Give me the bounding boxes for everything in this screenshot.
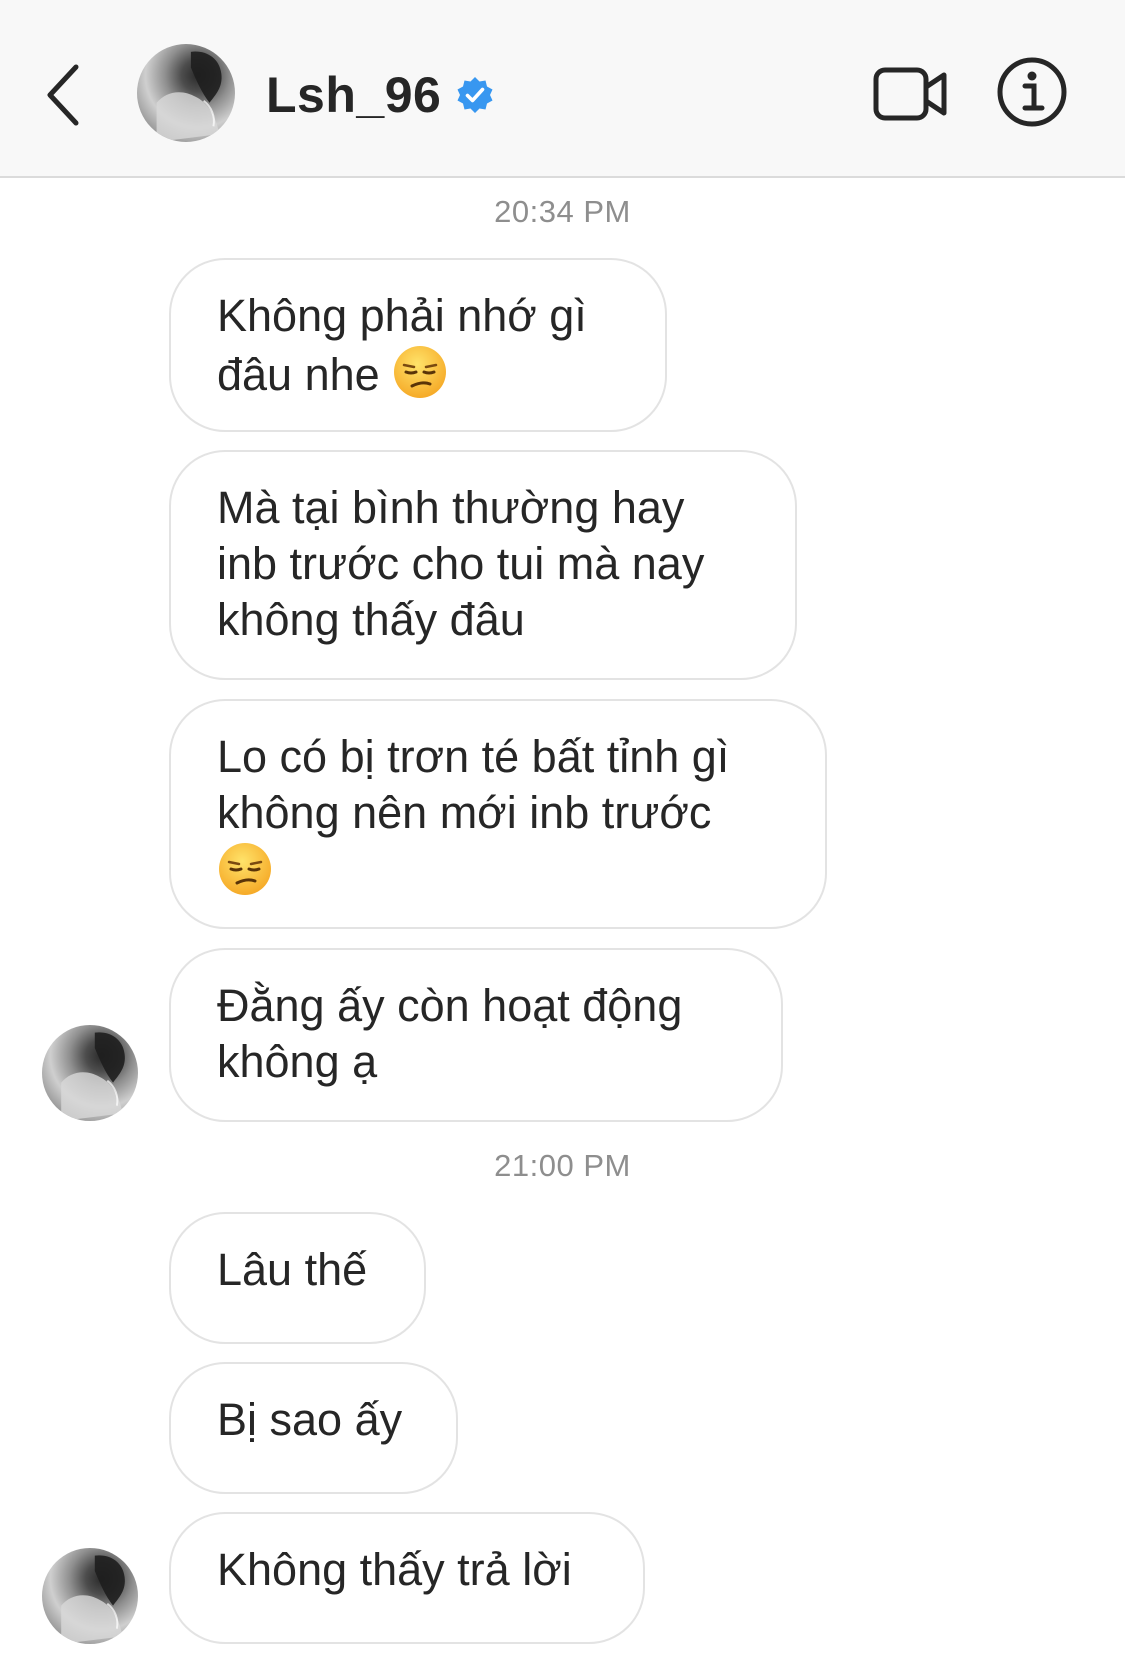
message-text: Đằng ấy còn hoạt động [217, 980, 683, 1031]
message-bubble[interactable]: Không thấy trả lời [169, 1512, 645, 1644]
message-text: không ạ [217, 1036, 378, 1087]
message-text: Mà tại bình thường hay [217, 482, 685, 533]
message-text: Không phải nhớ gì [217, 290, 587, 341]
message-bubble[interactable]: Mà tại bình thường hay inb trước cho tui… [169, 450, 797, 680]
video-call-icon [873, 67, 947, 121]
chat-header: Lsh_96 [0, 0, 1125, 178]
avatar-photo [61, 1032, 125, 1121]
timestamp: 21:00 PM [494, 1148, 631, 1183]
unamused-face-emoji-icon [394, 346, 447, 398]
verified-badge-icon [457, 77, 493, 113]
message-bubble[interactable]: Không phải nhớ gì đâu nhe [169, 258, 667, 432]
unamused-face-emoji-icon [219, 843, 271, 895]
avatar[interactable] [137, 44, 235, 142]
message-text: Không thấy trả lời [217, 1544, 572, 1595]
message-text: đâu nhe [217, 349, 380, 400]
message-bubble[interactable]: Bị sao ấy [169, 1362, 458, 1494]
message-text: Bị sao ấy [217, 1394, 403, 1445]
message-text: inb trước cho tui mà nay [217, 538, 705, 589]
message-text: không thấy đâu [217, 594, 525, 645]
message-bubble[interactable]: Lâu thế [169, 1212, 426, 1344]
avatar-photo [61, 1555, 125, 1644]
avatar[interactable] [42, 1025, 138, 1121]
message-text: Lâu thế [217, 1244, 368, 1295]
video-call-button[interactable] [873, 64, 949, 124]
page-title[interactable]: Lsh_96 [266, 66, 441, 124]
title-wrap: Lsh_96 [266, 60, 495, 130]
message-text: Lo có bị trơn té bất tỉnh gì [217, 731, 730, 782]
message-bubble[interactable]: Đằng ấy còn hoạt động không ạ [169, 948, 783, 1122]
timestamp: 20:34 PM [494, 194, 631, 229]
message-text: không nên mới inb trước [217, 787, 712, 838]
info-button[interactable] [996, 56, 1068, 128]
info-icon [997, 57, 1067, 127]
back-button[interactable] [40, 55, 90, 135]
message-bubble[interactable]: Lo có bị trơn té bất tỉnh gì không nên m… [169, 699, 827, 929]
avatar-photo [156, 51, 222, 142]
avatar[interactable] [42, 1548, 138, 1644]
chevron-left-icon [47, 64, 79, 126]
